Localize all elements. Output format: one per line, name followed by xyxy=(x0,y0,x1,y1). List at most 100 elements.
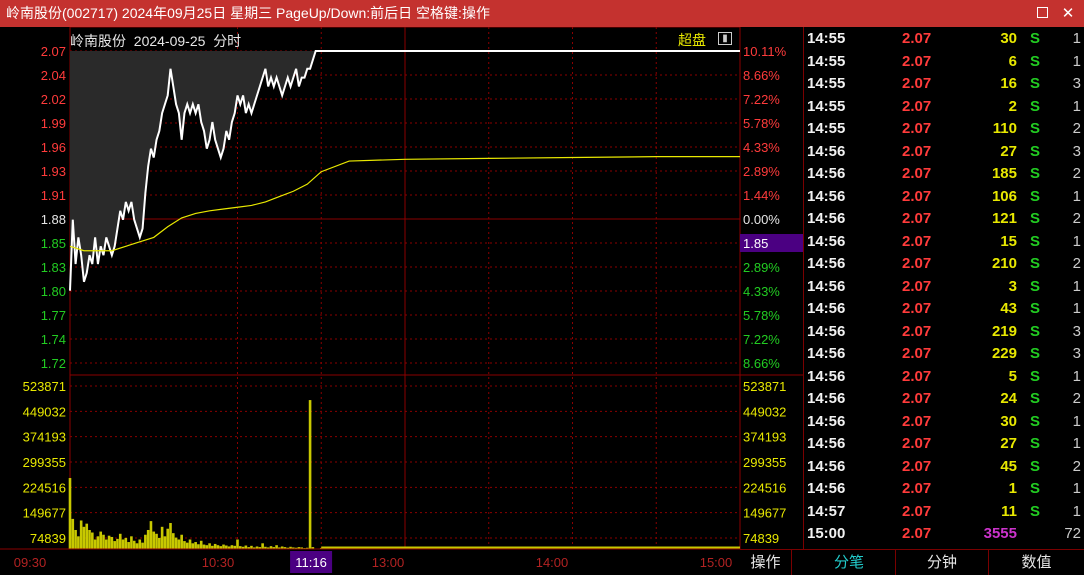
volume-bar xyxy=(130,536,133,549)
time-cursor-label: 11:16 xyxy=(295,555,327,570)
tab-values[interactable]: 数值 xyxy=(989,550,1084,575)
tick-row[interactable]: 14:57 2.07 11 S 1 xyxy=(804,500,1084,522)
tick-side: S xyxy=(1030,165,1041,182)
tick-row[interactable]: 14:56 2.07 5 S 1 xyxy=(804,365,1084,387)
overlay-toggle-label[interactable]: 超盘 xyxy=(678,30,706,50)
tick-volume: 30 xyxy=(1000,30,1017,47)
tick-row[interactable]: 14:56 2.07 24 S 2 xyxy=(804,387,1084,409)
tick-row[interactable]: 14:56 2.07 27 S 1 xyxy=(804,432,1084,454)
volume-bar xyxy=(216,545,220,549)
stock-name: 岭南股份 xyxy=(70,33,126,49)
current-price-marker-label: 1.85 xyxy=(743,236,768,251)
volume-bar xyxy=(225,545,228,549)
tick-side: S xyxy=(1030,75,1041,92)
tick-time: 14:56 xyxy=(807,165,846,182)
tick-count: 2 xyxy=(1072,390,1081,407)
volume-axis-label: 74839 xyxy=(743,531,779,546)
tick-row[interactable]: 14:56 2.07 30 S 1 xyxy=(804,410,1084,432)
price-axis-label: 1.99 xyxy=(41,116,66,131)
tick-list[interactable]: 14:55 2.07 30 S 1 14:55 2.07 6 S 1 14:55 2.07 16 S 3 14… xyxy=(803,27,1084,549)
tick-side: S xyxy=(1030,210,1041,227)
tick-price: 2.07 xyxy=(902,142,932,160)
tick-row[interactable]: 14:56 2.07 106 S 1 xyxy=(804,185,1084,207)
title-bar: 岭南股份(002717) 2024年09月25日 星期三 PageUp/Down… xyxy=(0,0,1084,27)
tick-count: 1 xyxy=(1072,277,1081,295)
tick-volume: 45 xyxy=(1000,457,1017,475)
tick-count: 1 xyxy=(1072,367,1081,385)
tick-time: 14:56 xyxy=(807,412,846,430)
tick-side: S xyxy=(1030,322,1041,340)
price-axis-label: 1.83 xyxy=(41,260,66,275)
overlay-toggle-icon[interactable]: ▮ xyxy=(718,32,732,45)
volume-bar xyxy=(113,541,116,549)
tick-volume: 219 xyxy=(991,322,1017,340)
tick-volume: 15 xyxy=(1000,232,1017,250)
tick-side: S xyxy=(1030,435,1041,452)
tab-minutes[interactable]: 分钟 xyxy=(896,550,989,575)
tick-count: 2 xyxy=(1072,457,1081,475)
tick-row[interactable]: 14:55 2.07 30 S 1 xyxy=(804,27,1084,49)
price-axis-label: 1.74 xyxy=(41,332,66,347)
tick-time: 14:56 xyxy=(807,457,846,475)
tick-row[interactable]: 14:56 2.07 45 S 2 xyxy=(804,455,1084,477)
volume-bar xyxy=(68,478,72,549)
volume-axis-label: 224516 xyxy=(743,480,786,495)
tick-price: 2.07 xyxy=(902,457,932,475)
intraday-chart[interactable]: 2.07 10.11% 2.04 8.66% 2.02 7.22% 1.99 5.78% 1.9… xyxy=(0,27,803,575)
tick-price: 2.07 xyxy=(902,367,932,385)
tick-row[interactable]: 14:56 2.07 229 S 3 xyxy=(804,342,1084,364)
volume-axis-label: 149677 xyxy=(743,506,786,521)
tick-row[interactable]: 14:56 2.07 185 S 2 xyxy=(804,162,1084,184)
tick-volume: 1 xyxy=(1008,480,1017,497)
tick-row[interactable]: 14:56 2.07 1 S 1 xyxy=(804,477,1084,499)
chart-canvas[interactable]: 2.07 10.11% 2.04 8.66% 2.02 7.22% 1.99 5.78% 1.9… xyxy=(0,27,803,575)
tick-row[interactable]: 14:56 2.07 219 S 3 xyxy=(804,320,1084,342)
tab-operate[interactable]: 操作 xyxy=(740,550,792,575)
tab-ticks[interactable]: 分笔 xyxy=(803,550,896,575)
tick-count: 1 xyxy=(1072,97,1081,115)
volume-bar xyxy=(116,538,119,549)
tick-row[interactable]: 15:00 2.07 3555 72 xyxy=(804,522,1084,544)
close-button[interactable]: ✕ xyxy=(1056,0,1080,27)
tick-side: S xyxy=(1030,142,1041,160)
tick-price: 2.07 xyxy=(902,120,932,137)
volume-bar xyxy=(222,544,225,549)
tick-time: 14:56 xyxy=(807,255,846,272)
tick-row[interactable]: 14:56 2.07 121 S 2 xyxy=(804,207,1084,229)
percent-axis-label: 0.00% xyxy=(743,212,780,227)
volume-axis-label: 299355 xyxy=(23,455,66,470)
volume-axis-label: 149677 xyxy=(23,506,66,521)
price-axis-label: 1.80 xyxy=(41,284,66,299)
tick-count: 2 xyxy=(1072,120,1081,137)
tick-price: 2.07 xyxy=(902,30,932,47)
tick-price: 2.07 xyxy=(902,390,932,407)
chart-stock-title: 岭南股份 2024-09-25 分时 xyxy=(70,31,241,51)
tick-count: 1 xyxy=(1072,187,1081,205)
volume-bar xyxy=(213,543,217,549)
tick-row[interactable]: 14:56 2.07 43 S 1 xyxy=(804,297,1084,319)
tick-row[interactable]: 14:55 2.07 16 S 3 xyxy=(804,72,1084,94)
tick-price: 2.07 xyxy=(902,412,932,430)
volume-bar xyxy=(88,529,91,549)
tick-row[interactable]: 14:55 2.07 110 S 2 xyxy=(804,117,1084,139)
tick-row[interactable]: 14:56 2.07 27 S 3 xyxy=(804,140,1084,162)
tick-row[interactable]: 14:56 2.07 210 S 2 xyxy=(804,252,1084,274)
maximize-button[interactable] xyxy=(1030,0,1054,27)
tick-row[interactable]: 14:55 2.07 6 S 1 xyxy=(804,50,1084,72)
tick-time: 14:56 xyxy=(807,142,846,160)
tick-time: 14:56 xyxy=(807,390,846,407)
tick-time: 15:00 xyxy=(807,525,846,542)
volume-bar xyxy=(91,532,94,549)
volume-bar xyxy=(152,531,156,549)
price-axis-label: 2.07 xyxy=(41,44,66,59)
tick-side: S xyxy=(1030,300,1041,317)
tick-side: S xyxy=(1030,97,1041,115)
volume-bar xyxy=(135,543,139,549)
tick-row[interactable]: 14:56 2.07 15 S 1 xyxy=(804,230,1084,252)
tick-row[interactable]: 14:55 2.07 2 S 1 xyxy=(804,95,1084,117)
tick-row[interactable]: 14:56 2.07 3 S 1 xyxy=(804,275,1084,297)
volume-bar xyxy=(118,533,122,549)
tick-side: S xyxy=(1030,480,1041,497)
time-axis-label: 09:30 xyxy=(14,555,47,570)
percent-axis-label: 5.78% xyxy=(743,116,780,131)
